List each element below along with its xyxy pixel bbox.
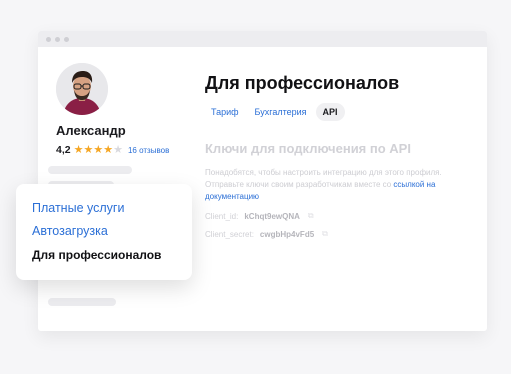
navigation-menu: Платные услуги Автозагрузка Для професси… <box>16 184 192 280</box>
star-filled-icon: ★ <box>73 144 84 156</box>
client-secret-row: Client_secret: cwgbHp4vFd5 ⧉ <box>205 229 328 239</box>
tabs: Тариф Бухгалтерия API <box>204 103 347 121</box>
client-id-value: kChqt9ewQNA <box>244 211 300 221</box>
menu-item-paid-services[interactable]: Платные услуги <box>32 201 124 215</box>
profile-name: Александр <box>56 123 126 138</box>
copy-icon[interactable]: ⧉ <box>308 211 314 221</box>
skeleton-line <box>48 298 116 306</box>
reviews-link[interactable]: 16 отзывов <box>128 146 169 155</box>
client-id-row: Client_id: kChqt9ewQNA ⧉ <box>205 211 314 221</box>
star-filled-icon: ★ <box>103 144 114 156</box>
copy-icon[interactable]: ⧉ <box>322 229 328 239</box>
rating-stars: ★★★★★ <box>74 144 123 156</box>
client-id-label: Client_id: <box>205 211 239 221</box>
window-dot-icon <box>46 37 51 42</box>
description: Понадобятся, чтобы настроить интеграцию … <box>205 167 455 203</box>
window-titlebar <box>38 31 487 47</box>
star-filled-icon: ★ <box>83 144 94 156</box>
client-secret-value: cwgbHp4vFd5 <box>259 229 315 239</box>
skeleton-line <box>48 166 132 174</box>
window-dot-icon <box>55 37 60 42</box>
client-secret-label: Client_secret: <box>205 229 254 239</box>
avatar-photo-icon <box>56 63 108 115</box>
browser-window: Александр 4,2 ★★★★★ 16 отзывов Для профе… <box>38 31 487 331</box>
tab-api[interactable]: API <box>315 103 345 121</box>
page-title: Для профессионалов <box>205 73 400 93</box>
rating-value: 4,2 <box>56 144 71 156</box>
window-dot-icon <box>64 37 69 42</box>
menu-item-autoload[interactable]: Автозагрузка <box>32 224 108 238</box>
rating: 4,2 ★★★★★ 16 отзывов <box>56 143 169 157</box>
star-filled-icon: ★ <box>93 144 104 156</box>
star-empty-icon: ★ <box>113 144 123 156</box>
section-title: Ключи для подключения по API <box>205 141 411 156</box>
menu-item-professionals[interactable]: Для профессионалов <box>32 248 161 262</box>
tab-accounting[interactable]: Бухгалтерия <box>248 103 314 121</box>
avatar[interactable] <box>56 63 108 115</box>
tab-tariff[interactable]: Тариф <box>204 103 246 121</box>
